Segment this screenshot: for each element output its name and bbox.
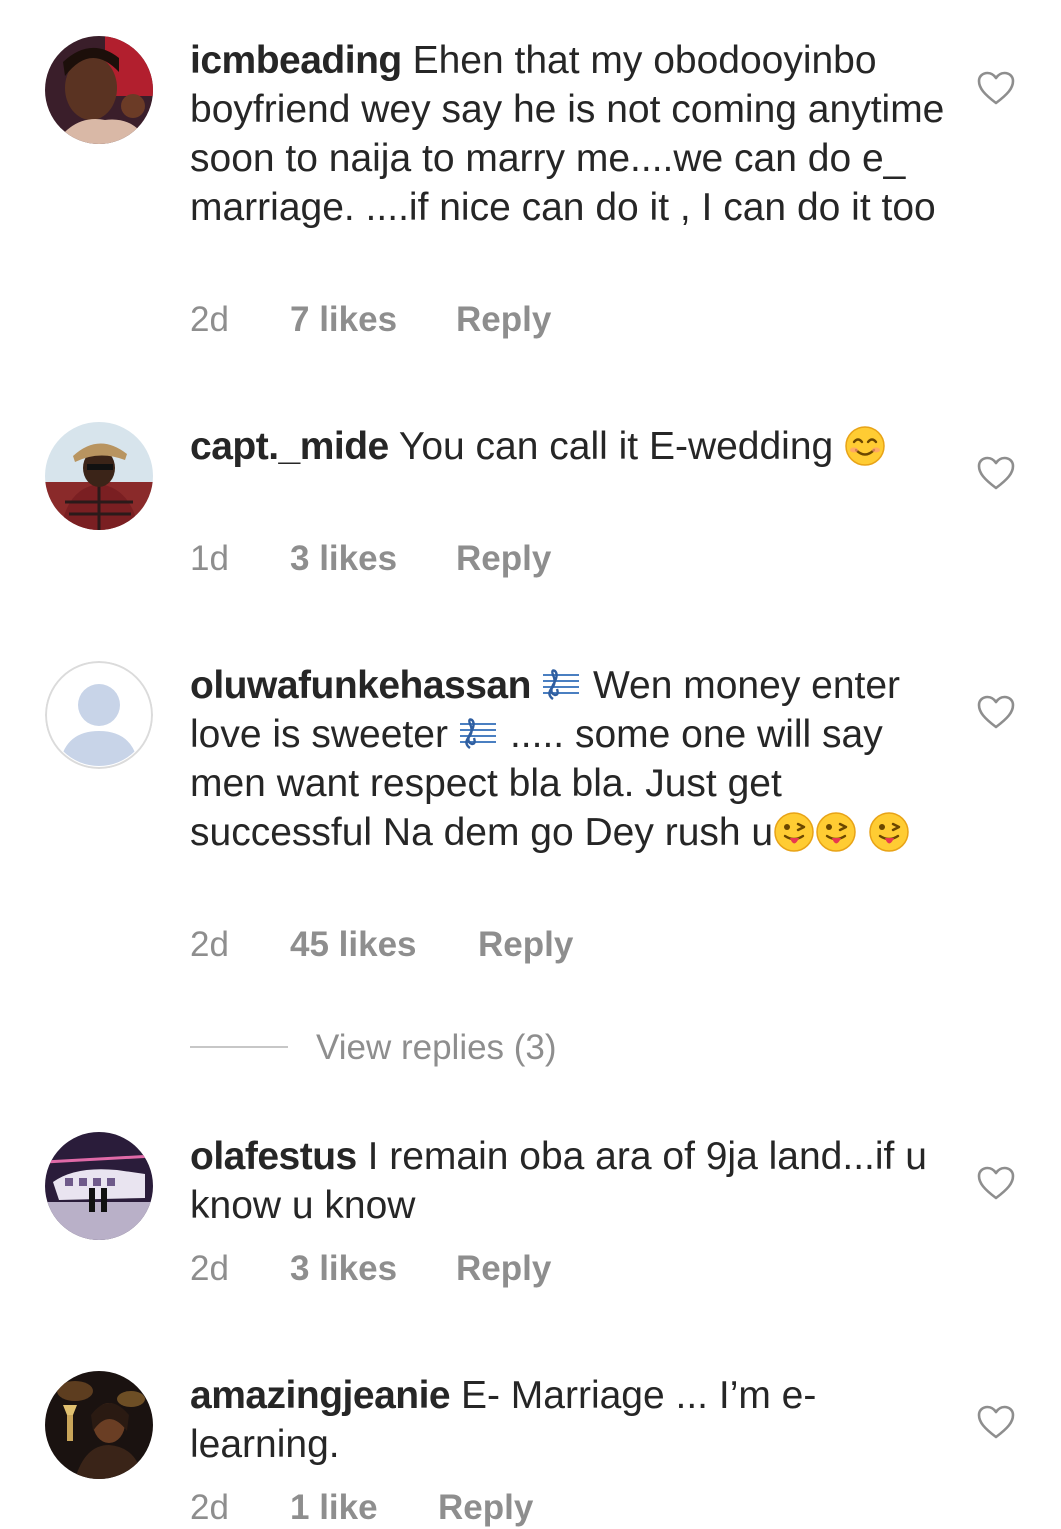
comment-likes[interactable]: 3 likes xyxy=(290,539,456,579)
avatar[interactable] xyxy=(45,1371,153,1479)
heart-icon[interactable] xyxy=(976,694,1016,730)
comment-username[interactable]: olafestus xyxy=(190,1135,357,1178)
comment-likes[interactable]: 3 likes xyxy=(290,1249,456,1289)
comment-body: oluwafunkehassan Wen money enter love is… xyxy=(190,661,950,857)
musical-score-emoji xyxy=(540,668,581,701)
comment-time: 2d xyxy=(190,1488,229,1527)
comment-time: 1d xyxy=(190,539,229,578)
view-replies-divider xyxy=(190,1046,288,1048)
heart-icon[interactable] xyxy=(976,1404,1016,1440)
musical-score-emoji xyxy=(457,717,498,750)
reply-button[interactable]: Reply xyxy=(456,1249,551,1289)
winking-tongue-emoji xyxy=(869,811,909,852)
winking-tongue-emoji xyxy=(774,811,814,852)
comment-username[interactable]: oluwafunkehassan xyxy=(190,664,531,707)
avatar[interactable] xyxy=(45,1132,153,1240)
reply-button[interactable]: Reply xyxy=(478,925,573,965)
smiling-face-emoji xyxy=(845,425,885,466)
comment-text: You can call it E-wedding xyxy=(398,425,834,468)
comment-body: icmbeading Ehen that my obodooyinbo boyf… xyxy=(190,36,950,232)
view-replies-label[interactable]: View replies (3) xyxy=(316,1028,557,1068)
comment-meta: 1d 3 likes Reply xyxy=(190,539,551,579)
comment-meta: 2d 7 likes Reply xyxy=(190,300,551,340)
heart-icon[interactable] xyxy=(976,455,1016,491)
comment-body: olafestus I remain oba ara of 9ja land..… xyxy=(190,1132,950,1230)
comment-likes[interactable]: 45 likes xyxy=(290,925,478,965)
comment-meta: 2d 3 likes Reply xyxy=(190,1249,551,1289)
comment-likes[interactable]: 7 likes xyxy=(290,300,456,340)
heart-icon[interactable] xyxy=(976,1165,1016,1201)
comment-likes[interactable]: 1 like xyxy=(290,1488,438,1528)
comment-time: 2d xyxy=(190,925,229,964)
winking-tongue-emoji xyxy=(816,811,856,852)
reply-button[interactable]: Reply xyxy=(438,1488,533,1528)
comment-time: 2d xyxy=(190,300,229,339)
comment-username[interactable]: amazingjeanie xyxy=(190,1374,451,1417)
comment-body: amazingjeanie E- Marriage ... I’m e-lear… xyxy=(190,1371,950,1469)
avatar[interactable] xyxy=(45,661,153,769)
comment-username[interactable]: icmbeading xyxy=(190,39,402,82)
comment-meta: 2d 45 likes Reply xyxy=(190,925,573,965)
comment-meta: 2d 1 like Reply xyxy=(190,1488,533,1528)
reply-button[interactable]: Reply xyxy=(456,300,551,340)
reply-button[interactable]: Reply xyxy=(456,539,551,579)
avatar[interactable] xyxy=(45,422,153,530)
avatar[interactable] xyxy=(45,36,153,144)
comment-username[interactable]: capt._mide xyxy=(190,425,389,468)
comment-body: capt._mide You can call it E-wedding xyxy=(190,422,950,471)
heart-icon[interactable] xyxy=(976,70,1016,106)
comment-time: 2d xyxy=(190,1249,229,1288)
